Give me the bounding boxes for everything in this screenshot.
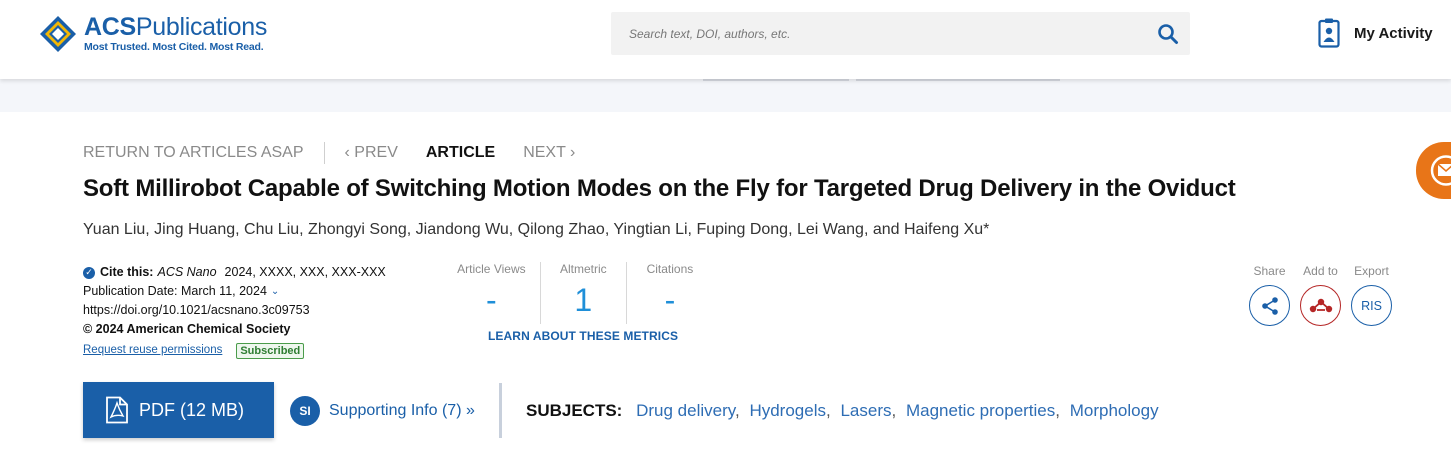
citation-ref: 2024, XXXX, XXX, XXX-XXX xyxy=(224,265,386,279)
search-input[interactable] xyxy=(611,12,1141,55)
clipboard-user-icon xyxy=(1318,18,1340,48)
metric-citations: Citations - xyxy=(625,262,713,324)
subjects-list: SUBJECTS: Drug delivery, Hydrogels, Lase… xyxy=(526,401,1159,420)
article-nav: RETURN TO ARTICLES ASAP ‹ PREV ARTICLE N… xyxy=(83,142,575,164)
share-icon xyxy=(1261,296,1278,315)
learn-about-metrics-link[interactable]: LEARN ABOUT THESE METRICS xyxy=(488,329,678,343)
author-list[interactable]: Yuan Liu, Jing Huang, Chu Liu, Zhongyi S… xyxy=(83,221,989,239)
metric-value: 1 xyxy=(574,282,593,318)
subject-link[interactable]: Hydrogels xyxy=(749,401,826,420)
logo-title: ACSPublications xyxy=(84,13,268,41)
header-band xyxy=(0,79,1451,112)
export-action: Export RIS xyxy=(1346,264,1397,326)
search-bar xyxy=(611,12,1190,55)
share-label: Share xyxy=(1253,264,1286,278)
nav-divider xyxy=(323,142,325,164)
add-to-action: Add to xyxy=(1295,264,1346,326)
my-activity-label: My Activity xyxy=(1354,24,1433,42)
site-header: ACSPublications Most Trusted. Most Cited… xyxy=(0,0,1451,79)
my-activity-button[interactable]: My Activity xyxy=(1318,18,1433,48)
article-title: Soft Millirobot Capable of Switching Mot… xyxy=(83,175,1236,202)
export-ris-button[interactable]: RIS xyxy=(1351,285,1392,326)
subscribed-badge: Subscribed xyxy=(236,342,305,359)
add-to-mendeley-button[interactable] xyxy=(1300,285,1341,326)
article-nav-current: ARTICLE xyxy=(425,144,496,161)
logo-tagline: Most Trusted. Most Cited. Most Read. xyxy=(84,41,264,53)
pdf-file-icon xyxy=(106,396,128,424)
chevron-right-icon: › xyxy=(565,144,576,161)
subjects-heading: SUBJECTS: xyxy=(526,401,623,420)
export-label: Export xyxy=(1354,264,1389,278)
divider xyxy=(703,79,849,81)
mendeley-icon xyxy=(1309,298,1332,312)
section-divider xyxy=(499,383,502,438)
search-icon[interactable] xyxy=(1156,22,1180,46)
subject-link[interactable]: Drug delivery xyxy=(636,401,735,420)
pdf-download-button[interactable]: PDF (12 MB) xyxy=(83,382,274,438)
article-metrics: Article Views - Altmetric 1 Citations - xyxy=(443,262,713,324)
chevron-down-icon: ⌄ xyxy=(270,286,280,297)
check-circle-icon: ✓ xyxy=(83,266,95,279)
metric-article-views: Article Views - xyxy=(443,262,540,324)
acs-publications-logo[interactable]: ACSPublications Most Trusted. Most Cited… xyxy=(38,14,267,54)
si-badge-icon: SI xyxy=(290,396,320,426)
cite-this-label[interactable]: Cite this: xyxy=(100,263,153,282)
doi-link[interactable]: https://doi.org/10.1021/acsnano.3c09753 xyxy=(83,301,386,320)
acs-logo-icon xyxy=(40,16,76,52)
request-reuse-permissions-link[interactable]: Request reuse permissions xyxy=(83,341,222,360)
metric-label: Article Views xyxy=(457,262,526,276)
envelope-icon xyxy=(1430,155,1451,186)
share-action: Share xyxy=(1244,264,1295,326)
divider xyxy=(856,79,1060,81)
citation-block: ✓ Cite this: ACS Nano 2024, XXXX, XXX, X… xyxy=(83,263,386,360)
metric-value: - xyxy=(664,282,676,318)
next-link[interactable]: NEXT › xyxy=(523,144,575,162)
add-to-label: Add to xyxy=(1303,264,1338,278)
subject-link[interactable]: Magnetic properties xyxy=(906,401,1055,420)
prev-link[interactable]: ‹ PREV xyxy=(345,144,398,162)
return-to-articles-link[interactable]: RETURN TO ARTICLES ASAP xyxy=(83,144,304,162)
chevron-left-icon: ‹ xyxy=(344,144,355,161)
share-button[interactable] xyxy=(1249,285,1290,326)
subject-link[interactable]: Morphology xyxy=(1070,401,1159,420)
publication-date[interactable]: Publication Date: March 11, 2024 ⌄ xyxy=(83,282,386,301)
subject-link[interactable]: Lasers xyxy=(840,401,891,420)
copyright: © 2024 American Chemical Society xyxy=(83,322,291,336)
metric-label: Citations xyxy=(646,262,694,276)
supporting-info-label: Supporting Info (7) » xyxy=(329,402,475,419)
journal-name: ACS Nano xyxy=(157,265,217,279)
article-actions: Share Add to Export RIS xyxy=(1244,264,1397,326)
supporting-info-link[interactable]: SI Supporting Info (7) » xyxy=(290,396,475,426)
metric-label: Altmetric xyxy=(559,262,607,276)
metric-value: - xyxy=(486,282,497,318)
email-alert-button[interactable] xyxy=(1416,142,1451,199)
metric-altmetric[interactable]: Altmetric 1 xyxy=(539,262,626,324)
pdf-label: PDF (12 MB) xyxy=(139,399,245,420)
